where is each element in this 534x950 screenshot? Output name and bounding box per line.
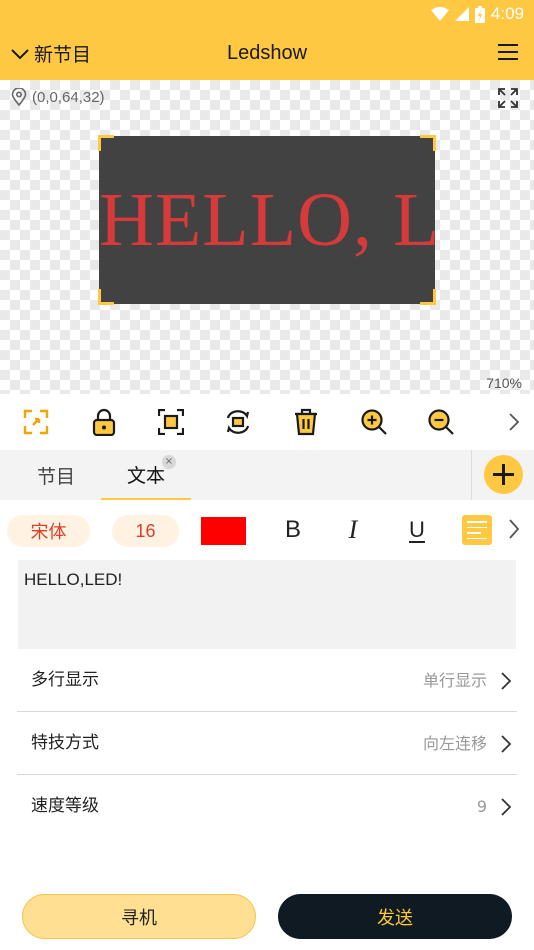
- zoom-out-icon[interactable]: [425, 406, 457, 438]
- led-preview[interactable]: HELLO, LE: [99, 136, 435, 304]
- resize-handle-top-left[interactable]: [98, 135, 114, 151]
- fit-frame-icon[interactable]: [155, 406, 187, 438]
- chevron-right-icon[interactable]: [498, 406, 530, 438]
- add-element-button[interactable]: [484, 455, 523, 494]
- program-selector[interactable]: 新节目: [10, 40, 91, 67]
- status-bar: 4:09: [0, 0, 534, 28]
- program-name: 新节目: [34, 44, 92, 66]
- status-time: 4:09: [490, 4, 524, 23]
- zoom-level: 710%: [486, 375, 522, 391]
- resize-handle-top-right[interactable]: [420, 135, 436, 151]
- setting-value: 单行显示: [422, 671, 487, 690]
- battery-icon: [474, 5, 485, 23]
- tab-text[interactable]: 文本: [101, 450, 191, 500]
- setting-value: 向左连移: [422, 734, 487, 753]
- tab-divider: [471, 450, 472, 500]
- coordinates-readout: (0,0,64,32): [11, 88, 105, 106]
- setting-multiline[interactable]: 多行显示 单行显示: [17, 649, 517, 712]
- setting-effect[interactable]: 特技方式 向左连移: [17, 712, 517, 775]
- resize-handle-bottom-left[interactable]: [98, 289, 114, 305]
- setting-value: 9: [476, 797, 487, 816]
- setting-label: 多行显示: [31, 670, 99, 690]
- app-bar: 新节目 Ledshow: [0, 28, 534, 80]
- text-color-swatch[interactable]: [201, 517, 246, 545]
- location-pin-icon: [11, 88, 27, 106]
- edit-toolbar: [0, 394, 534, 450]
- text-content-input[interactable]: HELLO,LED!: [18, 560, 516, 649]
- tab-program[interactable]: 节目: [20, 450, 92, 500]
- expand-icon[interactable]: [20, 406, 52, 438]
- setting-label: 特技方式: [31, 733, 99, 753]
- chevron-right-icon: [501, 735, 512, 753]
- canvas-area[interactable]: (0,0,64,32) HELLO, LE 710%: [0, 80, 534, 394]
- chevron-down-icon: [11, 48, 29, 59]
- font-size-select[interactable]: 16: [112, 515, 179, 547]
- bold-button[interactable]: B: [277, 514, 309, 546]
- resize-handle-bottom-right[interactable]: [420, 289, 436, 305]
- menu-icon[interactable]: [498, 44, 518, 62]
- led-preview-text: HELLO, LE: [99, 177, 435, 262]
- chevron-right-icon: [501, 672, 512, 690]
- coordinates-text: (0,0,64,32): [32, 88, 105, 106]
- format-bar: 宋体 16 B I U: [0, 500, 534, 560]
- align-left-icon[interactable]: [462, 515, 492, 545]
- search-device-button[interactable]: 寻机: [22, 894, 256, 939]
- font-select[interactable]: 宋体: [7, 515, 90, 547]
- element-tabs: 节目 文本 ×: [0, 450, 534, 500]
- status-icons: 4:09: [430, 3, 524, 25]
- italic-button[interactable]: I: [337, 514, 369, 546]
- setting-label: 速度等级: [31, 796, 99, 816]
- signal-icon: [454, 7, 469, 21]
- lock-icon[interactable]: [88, 406, 120, 438]
- setting-speed[interactable]: 速度等级 9: [17, 775, 517, 838]
- delete-icon[interactable]: [290, 406, 322, 438]
- zoom-in-icon[interactable]: [358, 406, 390, 438]
- more-format-icon[interactable]: [508, 518, 528, 542]
- wifi-icon: [430, 7, 449, 21]
- close-tab-icon[interactable]: ×: [162, 455, 176, 469]
- rotate-icon[interactable]: [222, 406, 254, 438]
- send-button[interactable]: 发送: [278, 894, 512, 939]
- underline-button[interactable]: U: [401, 514, 433, 546]
- chevron-right-icon: [501, 798, 512, 816]
- fullscreen-icon[interactable]: [498, 88, 518, 108]
